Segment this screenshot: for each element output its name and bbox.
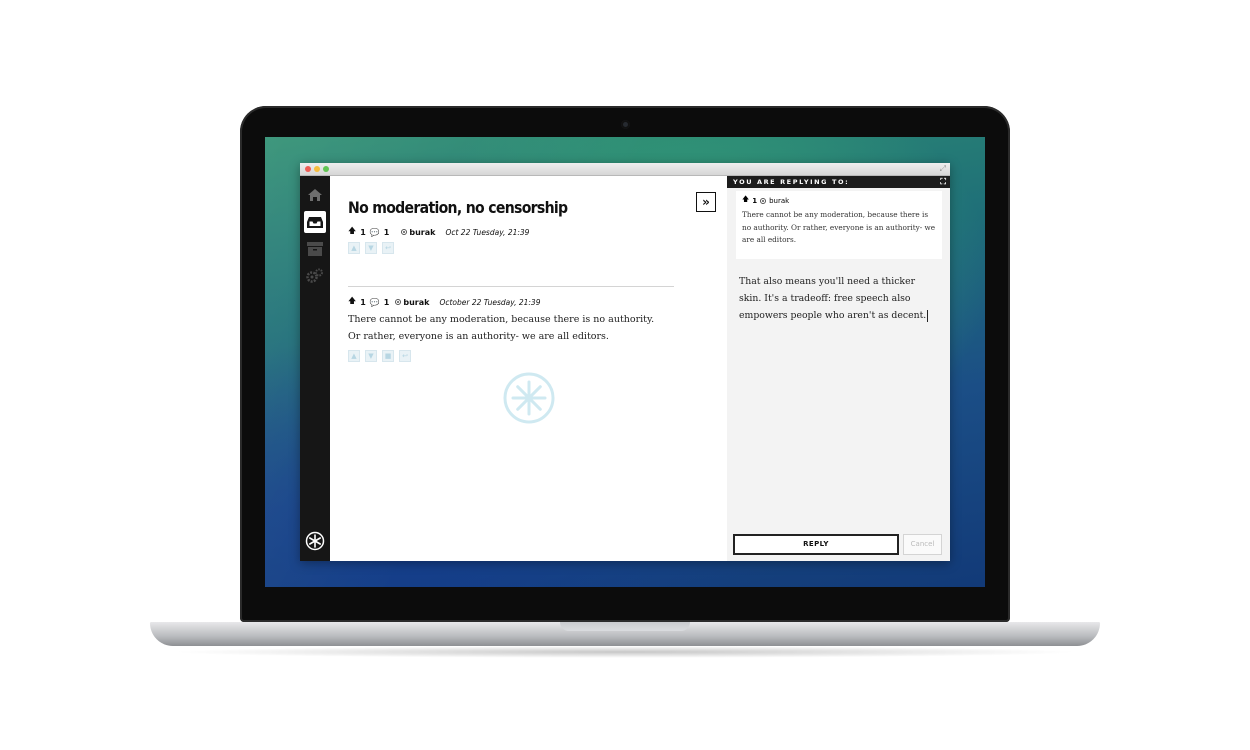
user-icon bbox=[395, 299, 402, 305]
double-chevron-right-icon: » bbox=[702, 195, 710, 209]
sidebar-item-archive[interactable] bbox=[304, 238, 326, 260]
comment-actions: ▲ ▼ ■ ↩ bbox=[348, 350, 411, 362]
settings-icon bbox=[306, 268, 323, 283]
quoted-comment: 🡅 1 burak There cannot be any moderation… bbox=[736, 191, 942, 259]
laptop-shadow bbox=[170, 646, 1080, 658]
post-divider bbox=[348, 286, 674, 287]
laptop-base-notch bbox=[560, 622, 690, 631]
home-icon bbox=[308, 189, 322, 201]
sidebar bbox=[300, 176, 330, 561]
comment-icon: 💬 bbox=[369, 227, 380, 237]
upvote-icon: 🡅 bbox=[742, 195, 750, 203]
sidebar-item-home[interactable] bbox=[304, 184, 326, 206]
comment-icon: 💬 bbox=[369, 297, 380, 307]
reply-draft-text: That also means you'll need a thicker sk… bbox=[739, 276, 927, 321]
loading-spinner-icon bbox=[503, 372, 555, 424]
post-meta: 🡅 1 💬 1 burak Oct 22 Tuesday, 21:39 bbox=[348, 225, 529, 239]
reply-header: YOU ARE REPLYING TO: ⛶ bbox=[727, 176, 950, 188]
quote-author: burak bbox=[769, 196, 790, 205]
upvote-icon: 🡅 bbox=[348, 296, 357, 305]
thread-panel: No moderation, no censorship 🡅 1 💬 1 bur… bbox=[330, 176, 727, 561]
app-logo-button[interactable] bbox=[304, 530, 326, 552]
upvote-icon: 🡅 bbox=[348, 226, 357, 235]
reply-panel: YOU ARE REPLYING TO: ⛶ 🡅 1 burak There c… bbox=[727, 176, 950, 561]
reply-header-label: YOU ARE REPLYING TO: bbox=[733, 178, 850, 186]
fullscreen-icon[interactable]: ⛶ bbox=[940, 176, 946, 188]
post-date: Oct 22 Tuesday, 21:39 bbox=[445, 227, 530, 237]
post-author[interactable]: burak bbox=[401, 228, 435, 237]
window-titlebar: ⤢ bbox=[300, 163, 950, 176]
window-fullscreen-icon[interactable]: ⤢ bbox=[940, 164, 946, 174]
comment-author-name: burak bbox=[403, 297, 430, 307]
downvote-button[interactable]: ▼ bbox=[365, 350, 377, 362]
app-logo-icon bbox=[305, 531, 325, 551]
upvote-button[interactable]: ▲ bbox=[348, 350, 360, 362]
user-icon bbox=[760, 197, 767, 204]
quote-upvote-count: 1 bbox=[752, 196, 758, 205]
upvote-button[interactable]: ▲ bbox=[348, 242, 360, 254]
sidebar-item-inbox[interactable] bbox=[304, 211, 326, 233]
inbox-icon bbox=[307, 216, 323, 228]
post-title: No moderation, no censorship bbox=[348, 198, 568, 217]
comment-meta: 🡅 1 💬 1 burak October 22 Tuesday, 21:39 bbox=[348, 295, 540, 309]
downvote-button[interactable]: ▼ bbox=[365, 242, 377, 254]
user-icon bbox=[401, 229, 408, 235]
comment-author[interactable]: burak bbox=[395, 298, 429, 307]
comment-date: October 22 Tuesday, 21:39 bbox=[439, 297, 541, 307]
archive-icon bbox=[307, 242, 323, 256]
collapse-panel-button[interactable]: » bbox=[696, 192, 716, 212]
flag-button[interactable]: ■ bbox=[382, 350, 394, 362]
reply-textarea[interactable]: That also means you'll need a thicker sk… bbox=[739, 273, 939, 324]
quote-meta: 🡅 1 burak bbox=[742, 195, 789, 206]
reply-action-button[interactable]: ↩ bbox=[399, 350, 411, 362]
comment-reply-count: 1 bbox=[383, 297, 390, 307]
cancel-button[interactable]: Cancel bbox=[903, 534, 942, 555]
quote-text: There cannot be any moderation, because … bbox=[742, 210, 936, 244]
webcam bbox=[621, 120, 630, 129]
window-close-button[interactable] bbox=[305, 166, 311, 172]
post-author-name: burak bbox=[409, 227, 436, 237]
text-cursor bbox=[927, 309, 929, 322]
comment-body: There cannot be any moderation, because … bbox=[348, 314, 655, 342]
reply-button[interactable]: REPLY bbox=[733, 534, 899, 555]
post-actions: ▲ ▼ ↩ bbox=[348, 242, 394, 254]
app-window: ⤢ No moderation, no censorship 🡅 1 💬 1 b… bbox=[300, 163, 950, 561]
sidebar-item-settings[interactable] bbox=[304, 265, 326, 287]
comment-upvote-count: 1 bbox=[360, 297, 366, 307]
post-comment-count: 1 bbox=[383, 227, 390, 237]
window-minimize-button[interactable] bbox=[314, 166, 320, 172]
reply-action-button[interactable]: ↩ bbox=[382, 242, 394, 254]
window-maximize-button[interactable] bbox=[323, 166, 329, 172]
post-upvote-count: 1 bbox=[360, 227, 366, 237]
